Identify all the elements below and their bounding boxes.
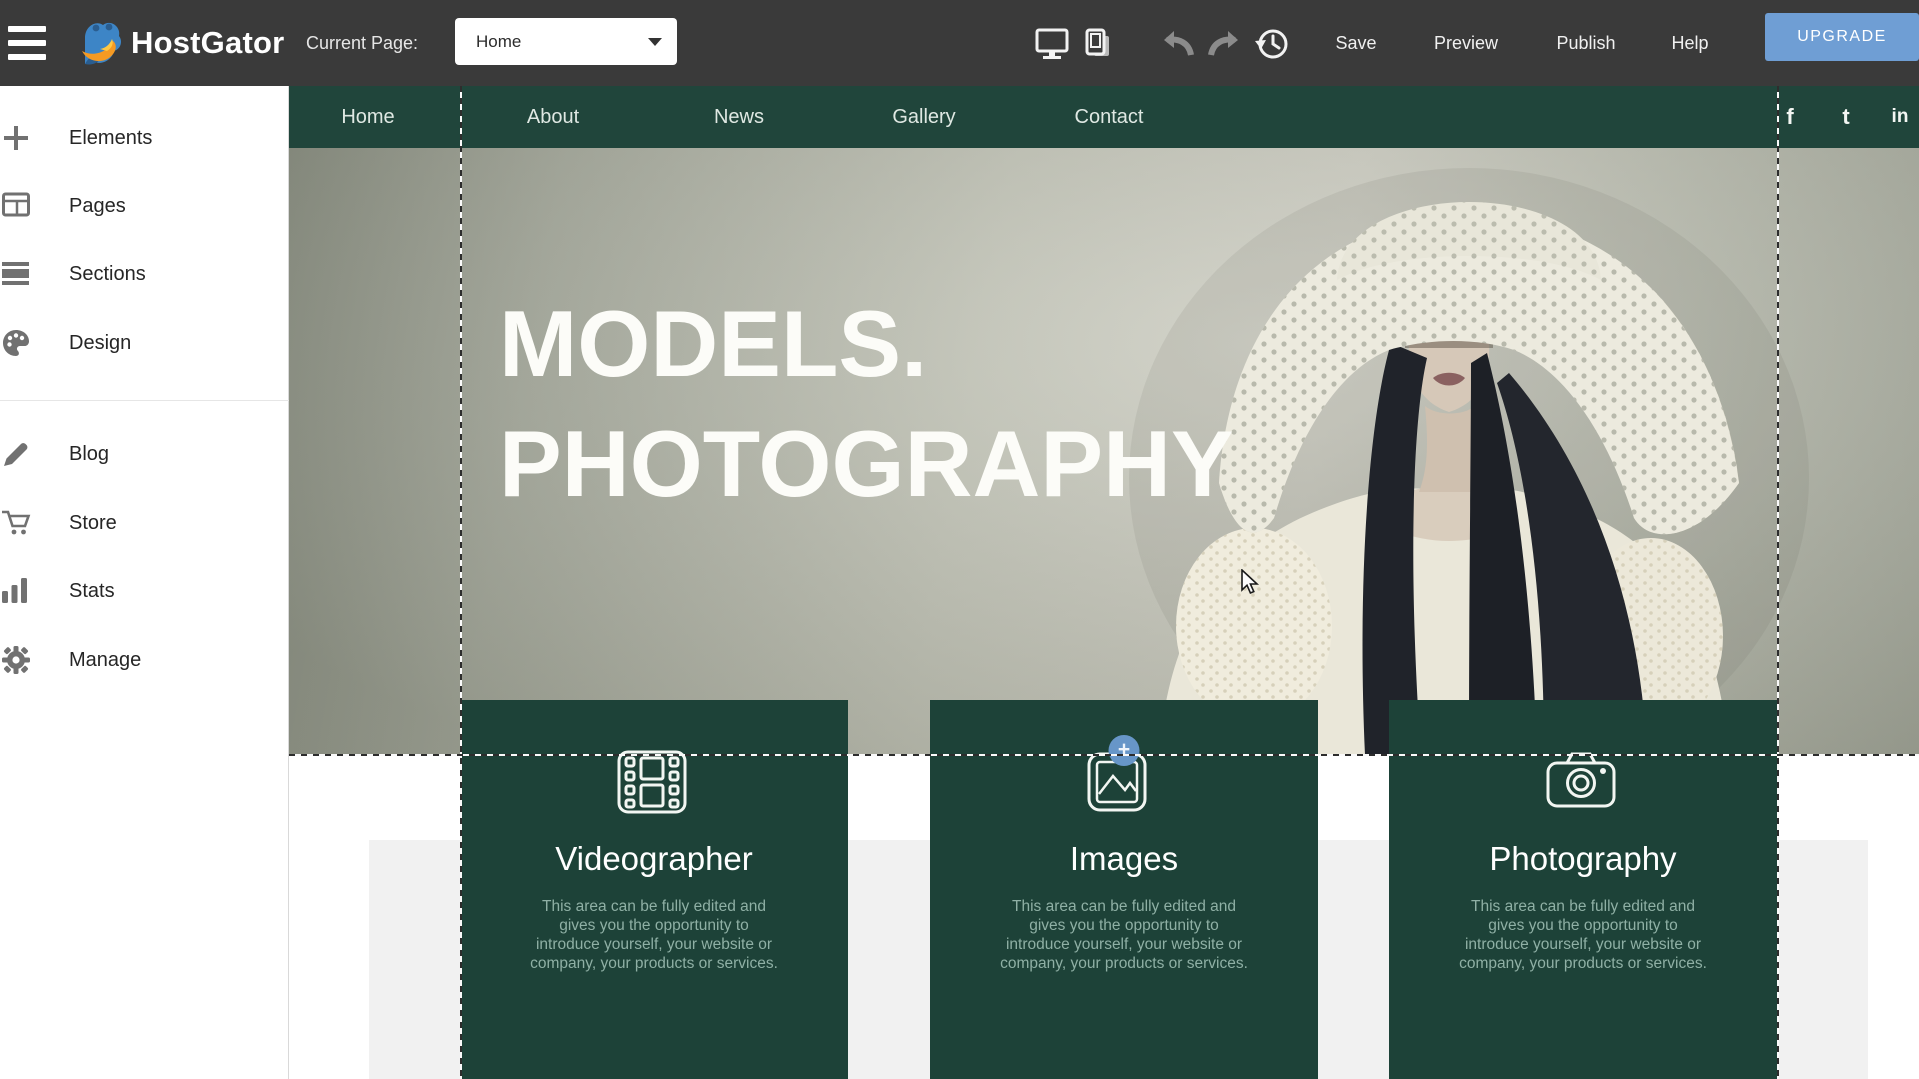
card-body: This area can be fully edited and gives … bbox=[1456, 898, 1710, 974]
gear-icon bbox=[2, 646, 30, 674]
page-select-dropdown[interactable]: Home bbox=[455, 18, 677, 65]
feature-card-videographer[interactable]: Videographer This area can be fully edit… bbox=[460, 700, 848, 1079]
card-title: Photography bbox=[1389, 840, 1777, 878]
card-title: Videographer bbox=[460, 840, 848, 878]
linkedin-icon[interactable]: in bbox=[1892, 86, 1909, 148]
image-plus-icon: + bbox=[1085, 750, 1163, 814]
bar-chart-icon bbox=[2, 577, 30, 604]
selection-guide-left bbox=[460, 86, 462, 1079]
hero-title[interactable]: MODELS. PHOTOGRAPHY bbox=[499, 284, 1234, 524]
sidebar-divider bbox=[0, 400, 289, 401]
current-page-label: Current Page: bbox=[306, 0, 418, 86]
facebook-icon[interactable]: f bbox=[1786, 86, 1793, 148]
hamburger-menu-icon[interactable] bbox=[8, 25, 48, 61]
sidebar-item-stats[interactable]: Stats bbox=[0, 570, 289, 612]
pencil-icon bbox=[2, 440, 30, 468]
mobile-preview-icon[interactable] bbox=[1078, 24, 1118, 64]
undo-icon[interactable] bbox=[1158, 24, 1198, 64]
save-button[interactable]: Save bbox=[1335, 0, 1376, 86]
selection-guide-bottom bbox=[289, 754, 1919, 756]
help-button[interactable]: Help bbox=[1671, 0, 1708, 86]
site-nav-about[interactable]: About bbox=[527, 86, 579, 148]
preview-button[interactable]: Preview bbox=[1434, 0, 1498, 86]
sidebar-item-store[interactable]: Store bbox=[0, 502, 289, 544]
desktop-preview-icon[interactable] bbox=[1032, 24, 1072, 64]
hero-section[interactable]: MODELS. PHOTOGRAPHY bbox=[289, 148, 1919, 755]
plus-icon bbox=[2, 124, 30, 152]
editor-topbar: HostGator Current Page: Home bbox=[0, 0, 1919, 86]
site-nav-gallery[interactable]: Gallery bbox=[892, 86, 955, 148]
camera-icon bbox=[1544, 750, 1622, 814]
site-nav-home[interactable]: Home bbox=[341, 86, 394, 148]
sidebar-item-blog[interactable]: Blog bbox=[0, 433, 289, 475]
chevron-down-icon bbox=[648, 38, 662, 46]
site-preview-canvas: Home About News Gallery Contact f t in bbox=[289, 86, 1919, 1079]
cart-icon bbox=[2, 509, 32, 537]
history-icon[interactable] bbox=[1252, 24, 1292, 64]
site-nav-contact[interactable]: Contact bbox=[1075, 86, 1144, 148]
card-title: Images bbox=[930, 840, 1318, 878]
card-body: This area can be fully edited and gives … bbox=[997, 898, 1251, 974]
feature-card-images[interactable]: + Images This area can be fully edited a… bbox=[930, 700, 1318, 1079]
card-body: This area can be fully edited and gives … bbox=[527, 898, 781, 974]
add-image-badge: + bbox=[1109, 735, 1140, 766]
hostgator-logo: HostGator bbox=[76, 17, 284, 69]
brand-name: HostGator bbox=[131, 25, 284, 61]
hero-title-line1: MODELS. bbox=[499, 284, 1234, 404]
film-icon bbox=[615, 750, 693, 814]
sections-icon bbox=[2, 260, 30, 286]
site-nav-news[interactable]: News bbox=[714, 86, 764, 148]
site-navbar: Home About News Gallery Contact f t in bbox=[289, 86, 1919, 148]
publish-button[interactable]: Publish bbox=[1556, 0, 1615, 86]
selection-guide-right bbox=[1777, 86, 1779, 1079]
pages-icon bbox=[2, 192, 30, 218]
sidebar-item-sections[interactable]: Sections bbox=[0, 253, 289, 295]
app-window: HostGator Current Page: Home bbox=[0, 0, 1919, 1079]
palette-icon bbox=[2, 329, 30, 357]
sidebar-item-pages[interactable]: Pages bbox=[0, 185, 289, 227]
page-select-value: Home bbox=[476, 18, 521, 65]
hero-title-line2: PHOTOGRAPHY bbox=[499, 404, 1234, 524]
editor-sidebar: Elements Pages Sections bbox=[0, 86, 289, 1079]
sidebar-item-manage[interactable]: Manage bbox=[0, 639, 289, 681]
redo-icon[interactable] bbox=[1204, 24, 1244, 64]
upgrade-button[interactable]: UPGRADE bbox=[1765, 13, 1919, 61]
mouse-cursor bbox=[1240, 569, 1262, 595]
feature-card-photography[interactable]: Photography This area can be fully edite… bbox=[1389, 700, 1777, 1079]
sidebar-item-elements[interactable]: Elements bbox=[0, 117, 289, 159]
gator-icon bbox=[76, 18, 124, 68]
sidebar-item-design[interactable]: Design bbox=[0, 322, 289, 364]
twitter-icon[interactable]: t bbox=[1842, 86, 1849, 148]
